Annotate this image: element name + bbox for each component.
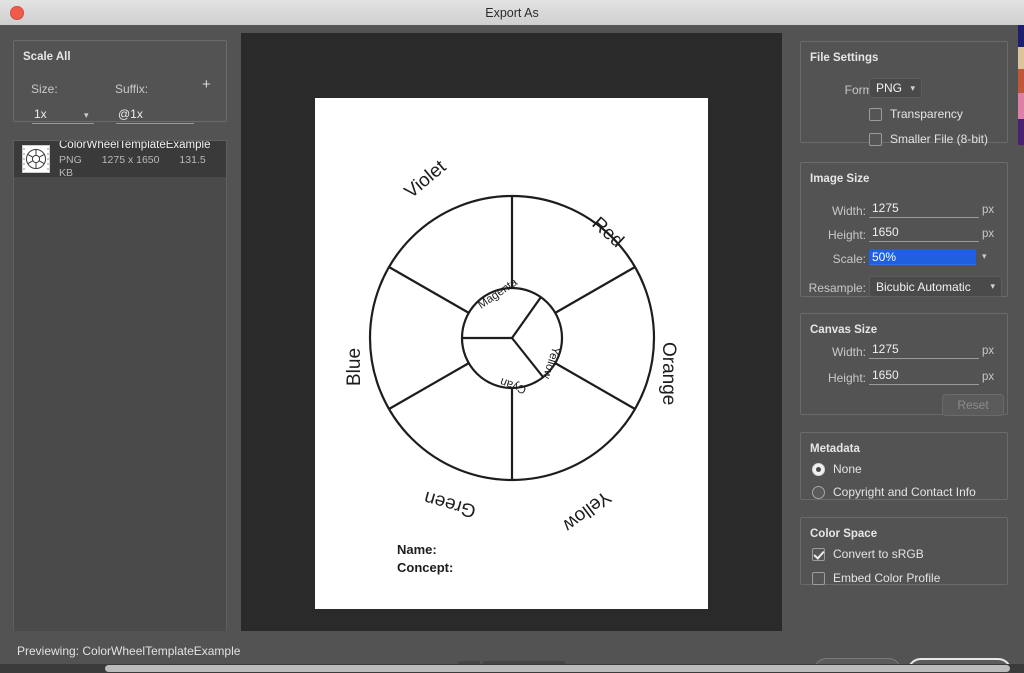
metadata-none-label: None bbox=[833, 462, 862, 476]
wheel-label-blue: Blue bbox=[344, 348, 365, 386]
canvas-width-unit: px bbox=[982, 345, 995, 357]
image-height-input[interactable] bbox=[869, 225, 979, 242]
previewing-label: Previewing: bbox=[17, 644, 80, 658]
file-format: PNG bbox=[59, 154, 82, 167]
dialog-body: Scale All Size: Suffix: + ▾ bbox=[0, 25, 1024, 673]
add-scale-button[interactable]: + bbox=[202, 77, 211, 92]
embed-profile-checkbox[interactable] bbox=[812, 572, 825, 585]
image-width-unit: px bbox=[982, 204, 995, 216]
convert-srgb-checkbox[interactable] bbox=[812, 548, 825, 561]
export-as-dialog: Export As Scale All Size: Suffix: + ▾ bbox=[0, 0, 1024, 673]
resample-select[interactable]: Bicubic Automatic ▾ bbox=[869, 276, 1002, 297]
metadata-copyright-label: Copyright and Contact Info bbox=[833, 485, 976, 499]
file-thumbnail bbox=[22, 145, 50, 173]
previewing-file: ColorWheelTemplateExample bbox=[82, 644, 241, 658]
reset-button[interactable]: Reset bbox=[942, 394, 1004, 416]
transparency-label: Transparency bbox=[890, 107, 963, 121]
chevron-down-icon[interactable]: ▾ bbox=[982, 251, 987, 262]
file-name: ColorWheelTemplateExample bbox=[59, 140, 211, 151]
artboard-concept-label: Concept: bbox=[397, 560, 453, 575]
smaller-file-label: Smaller File (8-bit) bbox=[890, 132, 989, 146]
image-size-title: Image Size bbox=[806, 173, 874, 185]
image-height-label: Height: bbox=[827, 228, 866, 242]
settings-panel: File Settings Format: PNG ▾ Transparency… bbox=[790, 25, 1018, 645]
transparency-checkbox[interactable] bbox=[869, 108, 882, 121]
size-label: Size: bbox=[31, 82, 58, 96]
previewing-status: Previewing: ColorWheelTemplateExample bbox=[17, 644, 240, 658]
window-title: Export As bbox=[485, 5, 539, 20]
resample-value: Bicubic Automatic bbox=[876, 279, 971, 294]
image-height-unit: px bbox=[982, 228, 995, 240]
convert-srgb-label: Convert to sRGB bbox=[833, 547, 924, 561]
image-width-input[interactable] bbox=[869, 201, 979, 218]
background-swatch-strip bbox=[1018, 25, 1024, 145]
left-panel: Scale All Size: Suffix: + ▾ bbox=[0, 25, 240, 632]
metadata-copyright-radio[interactable] bbox=[812, 486, 825, 499]
canvas-width-label: Width: bbox=[831, 345, 866, 359]
image-scale-label: Scale: bbox=[832, 252, 866, 266]
chevron-down-icon[interactable]: ▾ bbox=[84, 110, 89, 121]
list-item[interactable]: ColorWheelTemplateExample PNG 1275 x 165… bbox=[14, 140, 226, 180]
title-bar: Export As bbox=[0, 0, 1024, 26]
metadata-none-radio[interactable] bbox=[812, 463, 825, 476]
canvas-width-input[interactable] bbox=[869, 342, 979, 359]
scrollbar-thumb[interactable] bbox=[105, 665, 1010, 672]
embed-profile-label: Embed Color Profile bbox=[833, 571, 941, 585]
wheel-label-orange: Orange bbox=[658, 342, 679, 405]
export-file-list[interactable]: ColorWheelTemplateExample PNG 1275 x 165… bbox=[13, 140, 227, 632]
background-horizontal-scrollbar[interactable] bbox=[0, 664, 1024, 673]
suffix-input[interactable] bbox=[116, 107, 194, 124]
format-select[interactable]: PNG ▾ bbox=[869, 78, 922, 98]
artboard-name-label: Name: bbox=[397, 542, 437, 557]
format-value: PNG bbox=[876, 81, 903, 95]
chevron-down-icon: ▾ bbox=[990, 281, 995, 291]
file-meta: PNG 1275 x 1650 131.5 KB bbox=[59, 154, 218, 180]
resample-label: Resample: bbox=[808, 281, 866, 295]
canvas-height-unit: px bbox=[982, 371, 995, 383]
close-window-button[interactable] bbox=[10, 6, 24, 20]
image-scale-input[interactable]: 50% bbox=[869, 249, 976, 265]
image-width-label: Width: bbox=[831, 204, 866, 218]
metadata-title: Metadata bbox=[806, 443, 864, 455]
canvas-height-input[interactable] bbox=[869, 368, 979, 385]
file-info: ColorWheelTemplateExample PNG 1275 x 165… bbox=[59, 140, 218, 180]
file-settings-title: File Settings bbox=[806, 52, 883, 64]
preview-canvas[interactable]: Red Orange Yellow Green Blue Violet Mage… bbox=[241, 33, 782, 631]
color-space-title: Color Space bbox=[806, 528, 882, 540]
scale-all-group-title: Scale All bbox=[19, 51, 75, 63]
suffix-label: Suffix: bbox=[115, 82, 149, 96]
file-dimensions: 1275 x 1650 bbox=[101, 154, 160, 167]
smaller-file-checkbox[interactable] bbox=[869, 133, 882, 146]
artboard-preview: Red Orange Yellow Green Blue Violet Mage… bbox=[315, 98, 708, 609]
canvas-size-title: Canvas Size bbox=[806, 324, 882, 336]
canvas-height-label: Height: bbox=[827, 371, 866, 385]
chevron-down-icon: ▾ bbox=[910, 82, 915, 93]
